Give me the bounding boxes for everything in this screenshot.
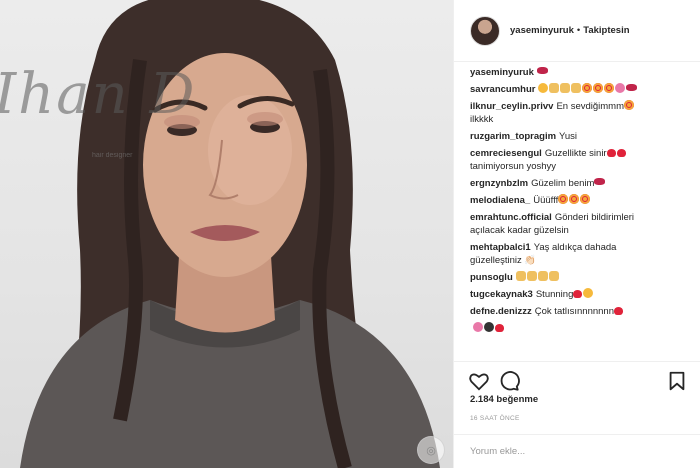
comment-username[interactable]: ruzgarim_topragim	[470, 131, 556, 142]
bookmark-icon[interactable]	[666, 370, 688, 392]
header-username[interactable]: yaseminyuruk	[510, 25, 574, 36]
hand-emoji-icon	[560, 83, 571, 93]
post-photo[interactable]: Ihan D hair designer ◎	[0, 0, 453, 468]
heart-eyes-emoji-icon	[604, 83, 615, 93]
heart-eyes-emoji-icon	[580, 194, 591, 204]
comment-username[interactable]: melodialena_	[470, 195, 530, 206]
hand-emoji-icon	[548, 271, 559, 281]
comment-text: Stunning	[535, 289, 574, 300]
comment-text: Guzellikte sinir	[544, 148, 607, 159]
comment-text: Güzelim benim	[531, 178, 595, 189]
comment-username[interactable]: defne.denizzz	[470, 306, 532, 317]
comment-username[interactable]: cemreciesengul	[470, 148, 542, 159]
action-bar	[454, 361, 700, 397]
kiss-emoji-icon	[536, 67, 548, 74]
heart-emoji-icon	[495, 324, 504, 332]
pink-emoji-icon	[473, 322, 483, 332]
kiss-emoji-icon	[594, 178, 606, 185]
comment-text: Çok tatlısınnnnnnn	[534, 306, 614, 317]
comment-text-continued: güzelleştiniz 👏🏻	[470, 255, 537, 266]
comment-item: mehtapbalci1 Yaş aldıkça dahada güzelleşti…	[470, 241, 690, 267]
dark-emoji-icon	[484, 322, 494, 332]
comment-item: savrancumhur	[470, 83, 690, 96]
hand-emoji-icon	[537, 271, 548, 281]
watermark-icon: ◎	[417, 436, 445, 464]
comment-text-continued: tanimiyorsun yoshyy	[470, 161, 557, 172]
wall-sign-text: Ihan D	[0, 62, 197, 127]
comment-item: cemreciesengul Guzellikte sinir tanimiyors…	[470, 147, 690, 173]
comment-item: defne.denizzz Çok tatlısınnnnnnn	[470, 305, 690, 318]
comment-item: ruzgarim_topragim Yusi	[470, 130, 690, 143]
comment-username[interactable]: punsoglu	[470, 272, 513, 283]
comment-list[interactable]: yaseminyuruk savrancumhur ilknur_ceylin.pr…	[470, 66, 690, 356]
heart-eyes-emoji-icon	[593, 83, 604, 93]
comment-item	[470, 322, 690, 335]
wall-sign-subtext: hair designer	[92, 152, 133, 159]
comment-username[interactable]: savrancumhur	[470, 84, 535, 95]
heart-emoji-icon	[573, 290, 583, 298]
comment-username[interactable]: yaseminyuruk	[470, 67, 534, 78]
pink-emoji-icon	[615, 83, 626, 93]
hand-emoji-icon	[526, 271, 537, 281]
comment-item: yaseminyuruk	[470, 66, 690, 79]
comment-username[interactable]: tugcekaynak3	[470, 289, 533, 300]
add-comment-bar	[454, 434, 700, 468]
comment-username[interactable]: emrahtunc.official	[470, 212, 552, 223]
comment-bubble-icon[interactable]	[498, 370, 520, 392]
comment-text-continued: açılacak kadar güzelsin	[470, 225, 569, 236]
smile-emoji-icon	[583, 288, 594, 298]
header-separator: •	[576, 25, 581, 36]
comment-item: emrahtunc.official Gönderi bildirimleri aç…	[470, 211, 690, 237]
heart-outline-icon[interactable]	[468, 370, 490, 392]
heart-eyes-emoji-icon	[624, 100, 635, 110]
comment-list-fade	[470, 346, 690, 356]
comment-item: tugcekaynak3 Stunning	[470, 288, 690, 301]
comment-item: melodialena_ Üüüfff	[470, 194, 690, 207]
comment-input[interactable]	[454, 435, 700, 468]
post-timestamp: 16 SAAT ÖNCE	[470, 415, 520, 422]
heart-emoji-icon	[606, 149, 616, 157]
following-button[interactable]: Takiptesin	[583, 25, 629, 36]
smile-emoji-icon	[538, 83, 549, 93]
comment-text: Yaş aldıkça dahada	[533, 242, 617, 253]
avatar[interactable]	[470, 15, 500, 46]
comment-username[interactable]: ilknur_ceylin.privv	[470, 101, 553, 112]
comment-text: En sevdiğimmm	[556, 101, 625, 112]
hand-emoji-icon	[571, 83, 582, 93]
heart-emoji-icon	[616, 149, 626, 157]
comment-text: Gönderi bildirimleri	[554, 212, 635, 223]
post-side-panel: yaseminyuruk • Takiptesin yaseminyuruk sa…	[453, 0, 700, 468]
comment-item: punsoglu	[470, 271, 690, 284]
hand-emoji-icon	[549, 83, 560, 93]
heart-eyes-emoji-icon	[558, 194, 569, 204]
heart-eyes-emoji-icon	[582, 83, 593, 93]
comment-username[interactable]: mehtapbalci1	[470, 242, 531, 253]
comment-item: ilknur_ceylin.privv En sevdiğimmm ilkkkk	[470, 100, 690, 126]
comment-username[interactable]: ergnzynbzlm	[470, 178, 528, 189]
heart-emoji-icon	[614, 307, 623, 315]
comment-text: Üüüfff	[533, 195, 559, 206]
comment-text-continued: ilkkkk	[470, 114, 494, 125]
heart-eyes-emoji-icon	[569, 194, 580, 204]
post-header: yaseminyuruk • Takiptesin	[454, 0, 700, 62]
like-count[interactable]: 2.184 beğenme	[470, 394, 538, 405]
hand-emoji-icon	[515, 271, 526, 281]
kiss-emoji-icon	[626, 84, 638, 91]
comment-text: Yusi	[559, 131, 578, 142]
comment-item: ergnzynbzlm Güzelim benim	[470, 177, 690, 190]
